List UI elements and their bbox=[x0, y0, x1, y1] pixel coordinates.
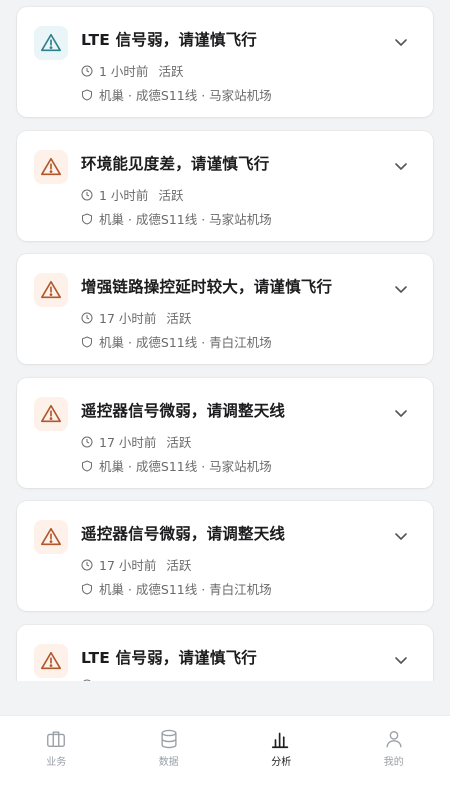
alert-badge bbox=[34, 644, 68, 678]
chevron-down-icon[interactable] bbox=[393, 652, 409, 668]
shield-icon bbox=[82, 459, 92, 472]
warning-triangle-icon bbox=[41, 651, 61, 670]
alert-title: 环境能见度差，请谨慎飞行 bbox=[81, 155, 270, 173]
tab-business[interactable]: 业务 bbox=[0, 716, 113, 800]
alert-location-text: 机巢 · 成德S11线 · 青白江机场 bbox=[99, 335, 272, 350]
alert-location-text: 机巢 · 成德S11线 · 青白江机场 bbox=[99, 582, 272, 597]
tab-label: 分析 bbox=[271, 757, 292, 768]
shield-icon bbox=[82, 212, 92, 225]
alert-card[interactable]: 遥控器信号微弱，请调整天线 17 小时前 活跃 机巢 · 成德S11线 · 马家… bbox=[17, 378, 433, 488]
alert-list[interactable]: LTE 信号弱，请谨慎飞行 1 小时前 活跃 机巢 · 成德S11线 · 马家站… bbox=[0, 0, 450, 681]
database-icon bbox=[161, 729, 177, 749]
alert-meta: 17 小时前 活跃 bbox=[81, 308, 191, 327]
alert-title: LTE 信号弱，请谨慎飞行 bbox=[81, 31, 257, 49]
clock-icon bbox=[81, 65, 93, 76]
alert-card[interactable]: LTE 信号弱，请谨慎飞行 bbox=[17, 625, 433, 681]
alert-card[interactable]: 环境能见度差，请谨慎飞行 1 小时前 活跃 机巢 · 成德S11线 · 马家站机… bbox=[17, 131, 433, 241]
alert-location: 机巢 · 成德S11线 · 青白江机场 bbox=[81, 332, 272, 351]
alert-meta: 17 小时前 活跃 bbox=[81, 555, 191, 574]
alert-badge bbox=[34, 273, 68, 307]
alert-location-text: 机巢 · 成德S11线 · 马家站机场 bbox=[99, 88, 272, 103]
alert-status: 活跃 bbox=[158, 188, 184, 203]
warning-triangle-icon bbox=[41, 33, 61, 52]
tab-label: 数据 bbox=[158, 757, 179, 768]
alert-location-text: 机巢 · 成德S11线 · 马家站机场 bbox=[99, 459, 272, 474]
alert-status: 活跃 bbox=[166, 435, 192, 450]
alert-time: 17 小时前 bbox=[99, 435, 157, 450]
alert-meta: 17 小时前 活跃 bbox=[81, 432, 191, 451]
alert-meta bbox=[81, 679, 109, 681]
alert-title: 遥控器信号微弱，请调整天线 bbox=[81, 402, 286, 420]
tab-label: 我的 bbox=[383, 757, 404, 768]
shield-icon bbox=[82, 88, 92, 101]
alert-title: LTE 信号弱，请谨慎飞行 bbox=[81, 649, 257, 667]
bar-chart-icon bbox=[272, 732, 289, 749]
clock-icon bbox=[81, 559, 93, 570]
warning-triangle-icon bbox=[41, 404, 61, 423]
alert-time: 17 小时前 bbox=[99, 558, 157, 573]
alert-time: 1 小时前 bbox=[99, 64, 149, 79]
chevron-down-icon[interactable] bbox=[393, 281, 409, 297]
alert-status: 活跃 bbox=[166, 558, 192, 573]
alert-location: 机巢 · 成德S11线 · 马家站机场 bbox=[81, 456, 272, 475]
alert-title: 遥控器信号微弱，请调整天线 bbox=[81, 525, 286, 543]
tab-profile[interactable]: 我的 bbox=[338, 716, 450, 800]
alert-meta: 1 小时前 活跃 bbox=[81, 61, 183, 80]
shield-icon bbox=[82, 335, 92, 348]
alert-badge bbox=[34, 150, 68, 184]
alert-location: 机巢 · 成德S11线 · 马家站机场 bbox=[81, 85, 272, 104]
clock-icon bbox=[83, 679, 91, 681]
alert-meta: 1 小时前 活跃 bbox=[81, 185, 183, 204]
chevron-down-icon[interactable] bbox=[393, 158, 409, 174]
alert-location: 机巢 · 成德S11线 · 青白江机场 bbox=[81, 579, 272, 598]
shield-icon bbox=[82, 582, 92, 595]
alert-card[interactable]: 增强链路操控延时较大，请谨慎飞行 17 小时前 活跃 机巢 · 成德S11线 ·… bbox=[17, 254, 433, 364]
tab-data[interactable]: 数据 bbox=[113, 716, 226, 800]
alert-badge bbox=[34, 520, 68, 554]
chevron-down-icon[interactable] bbox=[393, 528, 409, 544]
warning-triangle-icon bbox=[41, 527, 61, 546]
alert-badge bbox=[34, 26, 68, 60]
briefcase-icon bbox=[47, 731, 66, 748]
alert-location: 机巢 · 成德S11线 · 马家站机场 bbox=[81, 209, 272, 228]
warning-triangle-icon bbox=[41, 157, 61, 176]
alert-location-text: 机巢 · 成德S11线 · 马家站机场 bbox=[99, 212, 272, 227]
bottom-tab-bar: 业务 数据 分析 我的 bbox=[0, 715, 450, 800]
chevron-down-icon[interactable] bbox=[393, 405, 409, 421]
alert-card[interactable]: 遥控器信号微弱，请调整天线 17 小时前 活跃 机巢 · 成德S11线 · 青白… bbox=[17, 501, 433, 611]
clock-icon bbox=[81, 436, 93, 447]
clock-icon bbox=[81, 189, 93, 200]
clock-icon bbox=[81, 312, 93, 323]
alert-title: 增强链路操控延时较大，请谨慎飞行 bbox=[81, 278, 333, 296]
alert-status: 活跃 bbox=[158, 64, 184, 79]
alert-badge bbox=[34, 397, 68, 431]
alert-status: 活跃 bbox=[166, 311, 192, 326]
tab-label: 业务 bbox=[46, 757, 67, 768]
alert-time: 1 小时前 bbox=[99, 188, 149, 203]
user-icon bbox=[386, 730, 402, 748]
warning-triangle-icon bbox=[41, 280, 61, 299]
alert-card[interactable]: LTE 信号弱，请谨慎飞行 1 小时前 活跃 机巢 · 成德S11线 · 马家站… bbox=[17, 7, 433, 117]
chevron-down-icon[interactable] bbox=[393, 34, 409, 50]
alert-time: 17 小时前 bbox=[99, 311, 157, 326]
tab-analysis[interactable]: 分析 bbox=[225, 716, 338, 800]
